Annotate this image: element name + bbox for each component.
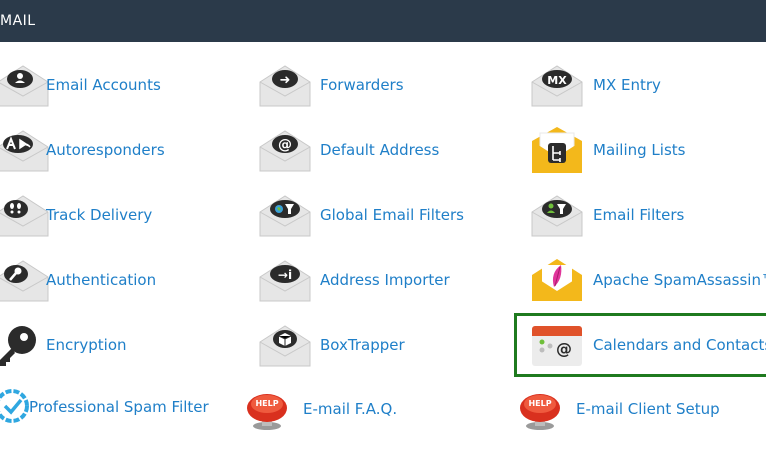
mx-envelope-icon: MX xyxy=(530,62,584,110)
at-sign-envelope-icon: @ xyxy=(258,127,312,175)
forwarders-link[interactable]: ➜ Forwarders xyxy=(258,62,458,110)
global-email-filters-label: Global Email Filters xyxy=(320,206,464,224)
autoresponders-link[interactable]: Autoresponders xyxy=(0,127,216,175)
autoresponders-label: Autoresponders xyxy=(46,141,165,159)
address-importer-link[interactable]: →i Address Importer xyxy=(258,257,478,305)
email-client-setup-link[interactable]: HELP E-mail Client Setup xyxy=(514,386,734,434)
footprints-envelope-icon xyxy=(0,192,50,240)
help-button-icon: HELP xyxy=(241,386,295,434)
apache-spamassassin-label: Apache SpamAssassin™ xyxy=(593,271,766,289)
default-address-link[interactable]: @ Default Address xyxy=(258,127,458,175)
help-button-icon: HELP xyxy=(514,386,568,434)
key-envelope-icon xyxy=(0,257,50,305)
forward-glyph: ➜ xyxy=(280,73,291,88)
user-filter-envelope-icon xyxy=(530,192,584,240)
mx-glyph: MX xyxy=(547,74,567,87)
apache-spamassassin-link[interactable]: Apache SpamAssassin™ xyxy=(530,257,766,305)
help-badge-text: HELP xyxy=(528,399,551,408)
import-envelope-icon: →i xyxy=(258,257,312,305)
professional-spam-filter-label: Professional Spam Filter xyxy=(29,398,209,416)
encryption-link[interactable]: Encryption xyxy=(0,322,216,370)
feather-envelope-icon xyxy=(530,257,584,305)
mailing-list-envelope-icon xyxy=(530,127,584,175)
globe-filter-envelope-icon xyxy=(258,192,312,240)
email-accounts-link[interactable]: Email Accounts xyxy=(0,62,216,110)
global-email-filters-link[interactable]: Global Email Filters xyxy=(258,192,478,240)
email-faq-link[interactable]: HELP E-mail F.A.Q. xyxy=(241,386,441,434)
import-glyph: →i xyxy=(278,268,292,282)
professional-spam-filter-link[interactable]: Professional Spam Filter xyxy=(0,384,216,432)
email-faq-label: E-mail F.A.Q. xyxy=(303,400,398,418)
authentication-label: Authentication xyxy=(46,271,157,289)
default-address-label: Default Address xyxy=(320,141,440,159)
email-filters-label: Email Filters xyxy=(593,206,685,224)
selection-highlight xyxy=(514,313,766,377)
address-importer-label: Address Importer xyxy=(320,271,450,289)
boxtrapper-label: BoxTrapper xyxy=(320,336,405,354)
key-icon xyxy=(0,322,50,370)
autoresponder-envelope-icon xyxy=(0,127,50,175)
mailing-lists-link[interactable]: Mailing Lists xyxy=(530,127,730,175)
encryption-label: Encryption xyxy=(46,336,127,354)
email-filters-link[interactable]: Email Filters xyxy=(530,192,730,240)
at-glyph: @ xyxy=(278,137,292,153)
boxtrapper-link[interactable]: BoxTrapper xyxy=(258,322,458,370)
box-envelope-icon xyxy=(258,322,312,370)
section-header: MAIL xyxy=(0,0,766,42)
track-delivery-link[interactable]: Track Delivery xyxy=(0,192,216,240)
forward-arrow-envelope-icon: ➜ xyxy=(258,62,312,110)
email-client-setup-label: E-mail Client Setup xyxy=(576,400,720,418)
section-title: MAIL xyxy=(0,13,36,29)
mailing-lists-label: Mailing Lists xyxy=(593,141,686,159)
user-envelope-icon xyxy=(0,62,50,110)
shield-check-icon xyxy=(0,384,32,432)
forwarders-label: Forwarders xyxy=(320,76,404,94)
authentication-link[interactable]: Authentication xyxy=(0,257,216,305)
help-badge-text: HELP xyxy=(255,399,278,408)
mx-entry-link[interactable]: MX MX Entry xyxy=(530,62,730,110)
track-delivery-label: Track Delivery xyxy=(46,206,153,224)
mx-entry-label: MX Entry xyxy=(593,76,661,94)
email-accounts-label: Email Accounts xyxy=(46,76,161,94)
